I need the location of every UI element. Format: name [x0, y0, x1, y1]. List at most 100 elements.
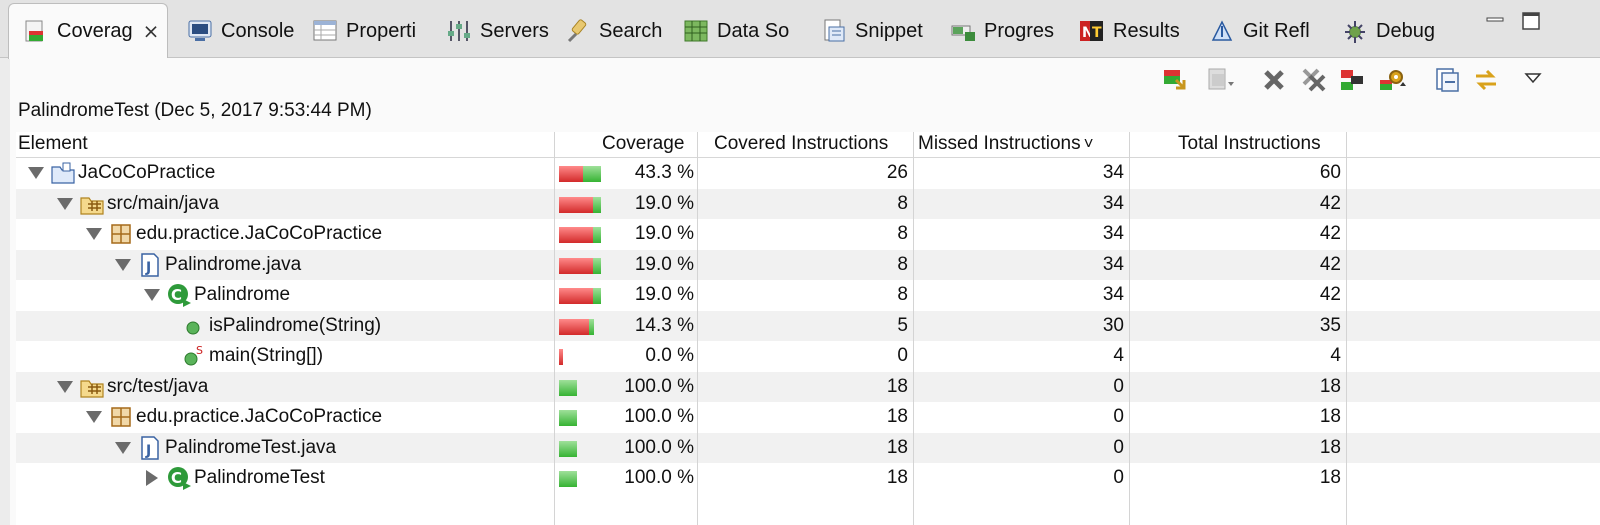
merge-sessions-icon[interactable] — [1338, 66, 1366, 94]
coverage-percent: 0.0 % — [645, 345, 694, 366]
covered-portion — [559, 410, 577, 426]
tab-console[interactable]: Console — [187, 6, 294, 56]
tab-label: Properti — [346, 19, 417, 42]
tab-results[interactable]: N T Results — [1079, 6, 1180, 56]
tab-servers[interactable]: Servers — [446, 6, 549, 56]
table-row[interactable]: src/test/java 100.0 % 18 0 18 — [16, 371, 1600, 402]
select-counters-icon[interactable] — [1378, 66, 1406, 94]
table-row[interactable]: edu.practice.JaCoCoPractice 100.0 % 18 0 18 — [16, 402, 1600, 433]
coverage-bar — [559, 471, 601, 487]
collapse-all-icon[interactable] — [1434, 66, 1462, 94]
table-row[interactable]: C PalindromeTest 100.0 % 18 0 18 — [16, 463, 1600, 494]
missed-instructions: 4 — [1113, 345, 1124, 366]
collapse-toggle-icon[interactable] — [144, 289, 160, 301]
tab-git-refl[interactable]: Git Refl — [1209, 6, 1310, 56]
java-file-icon: J — [137, 435, 163, 460]
missed-instructions: 0 — [1113, 436, 1124, 458]
missed-instructions: 0 — [1113, 406, 1124, 427]
column-header-covered-instructions[interactable]: Covered Instructions — [714, 132, 888, 158]
element-name: Palindrome.java — [165, 253, 302, 275]
missed-portion — [559, 196, 594, 213]
table-row[interactable]: J Palindrome.java 19.0 % 8 34 42 — [16, 249, 1600, 280]
tab-search[interactable]: Search — [565, 6, 662, 56]
tab-label: Progres — [984, 19, 1055, 42]
element-name: Palindrome — [194, 284, 291, 305]
collapse-toggle-icon[interactable] — [28, 167, 44, 179]
covered-portion — [559, 440, 577, 457]
table-row[interactable]: isPalindrome(String) 14.3 % 5 30 35 — [16, 310, 1600, 341]
column-divider — [913, 132, 914, 525]
collapse-toggle-icon[interactable] — [86, 411, 102, 423]
missed-portion — [559, 349, 563, 365]
column-header-coverage[interactable]: Coverage — [602, 132, 684, 158]
minimize-icon[interactable] — [1484, 10, 1506, 32]
collapse-toggle-icon[interactable] — [57, 380, 73, 393]
tab-debug[interactable]: Debug — [1342, 6, 1435, 56]
element-name: src/main/java — [107, 192, 219, 214]
collapse-toggle-icon[interactable] — [115, 258, 131, 271]
view-menu-icon[interactable] — [1518, 66, 1546, 94]
coverage-percent: 100.0 % — [624, 375, 694, 397]
tab-data-so[interactable]: Data So — [683, 6, 789, 56]
table-row[interactable]: J PalindromeTest.java 100.0 % 18 0 18 — [16, 432, 1600, 463]
package-icon — [108, 405, 134, 429]
collapse-toggle-icon[interactable] — [57, 197, 73, 210]
table-row[interactable]: JaCoCoPractice 43.3 % 26 34 60 — [16, 158, 1600, 189]
tab-label: Data So — [717, 19, 790, 42]
missed-portion — [559, 166, 583, 182]
tab-label: Coverag — [57, 20, 133, 42]
element-name: main(String[]) — [209, 345, 324, 366]
collapse-toggle-icon[interactable] — [86, 228, 102, 240]
missed-instructions: 0 — [1113, 375, 1124, 397]
tab-progres[interactable]: Progres — [950, 6, 1054, 56]
coverage-bar — [559, 410, 601, 426]
coverage-bar — [559, 318, 601, 335]
console-icon — [187, 18, 213, 44]
table-row[interactable]: C Palindrome 19.0 % 8 34 42 — [16, 280, 1600, 311]
close-tab-icon[interactable]: ⨯ — [143, 19, 160, 44]
coverage-percent: 100.0 % — [624, 467, 694, 488]
column-header-missed-instructions[interactable]: Missed Instructions ˅ — [918, 132, 1094, 158]
link-with-selection-icon[interactable] — [1472, 66, 1500, 94]
covered-instructions: 26 — [886, 162, 908, 183]
coverage-bar — [559, 166, 601, 182]
missed-portion — [559, 257, 594, 274]
tab-snippet[interactable]: Snippet — [821, 6, 923, 56]
coverage-percent: 100.0 % — [624, 436, 694, 458]
covered-instructions: 8 — [897, 223, 908, 244]
column-header-element[interactable]: Element — [18, 132, 88, 158]
remove-session-icon[interactable] — [1260, 66, 1288, 94]
coverage-toolbar — [10, 58, 1600, 100]
svg-text:C: C — [171, 469, 182, 487]
table-row[interactable]: edu.practice.JaCoCoPractice 19.0 % 8 34 42 — [16, 219, 1600, 250]
search-icon — [565, 18, 591, 44]
class-icon: C — [166, 466, 192, 490]
covered-instructions: 8 — [897, 253, 908, 275]
maximize-icon[interactable] — [1520, 10, 1542, 32]
relaunch-icon[interactable] — [1162, 66, 1190, 94]
collapse-toggle-icon[interactable] — [115, 441, 131, 454]
column-header-total-instructions[interactable]: Total Instructions — [1178, 132, 1321, 158]
missed-instructions: 34 — [1102, 192, 1124, 214]
tab-properti[interactable]: Properti — [312, 6, 416, 56]
total-instructions: 4 — [1330, 345, 1341, 366]
java-file-icon: J — [137, 252, 163, 277]
dump-execution-icon[interactable] — [1206, 66, 1234, 94]
svg-text:J: J — [145, 260, 151, 276]
element-name: edu.practice.JaCoCoPractice — [136, 223, 383, 244]
snippet-icon — [821, 18, 847, 44]
table-row[interactable]: src/main/java 19.0 % 8 34 42 — [16, 188, 1600, 219]
remove-all-sessions-icon[interactable] — [1300, 66, 1328, 94]
tab-coverag[interactable]: Coverag ⨯ — [8, 3, 169, 59]
source-folder-icon — [79, 375, 105, 399]
git-reflog-icon — [1209, 18, 1235, 44]
table-row[interactable]: Smain(String[]) 0.0 % 0 4 4 — [16, 341, 1600, 372]
session-title: PalindromeTest (Dec 5, 2017 9:53:44 PM) — [18, 100, 372, 121]
coverage-bar — [559, 288, 601, 304]
expand-toggle-icon[interactable] — [146, 470, 158, 486]
column-header-missed-label: Missed Instructions — [918, 133, 1081, 154]
project-icon — [50, 161, 76, 185]
svg-text:S: S — [196, 344, 203, 357]
missed-instructions: 34 — [1102, 253, 1124, 275]
coverage-bar — [559, 227, 601, 243]
